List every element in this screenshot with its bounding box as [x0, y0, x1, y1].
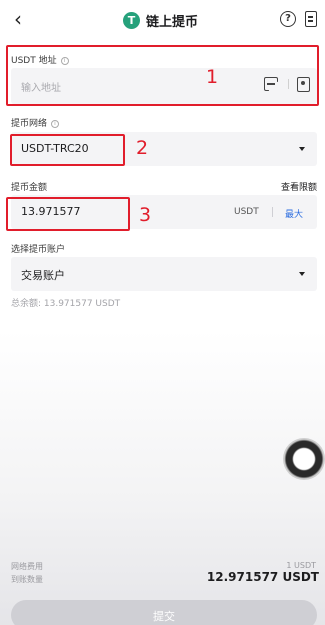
- amount-label: 提币金额: [11, 183, 48, 193]
- receive-label: 到账数量: [11, 575, 43, 584]
- back-icon[interactable]: ‹: [8, 8, 28, 30]
- annotation-box-network: [10, 134, 125, 166]
- submit-button[interactable]: 提交: [11, 600, 317, 625]
- available-balance: 总余额: 13.971577 USDT: [11, 299, 121, 309]
- page-title: 链上提币: [146, 14, 199, 30]
- annotation-box-amount: [6, 197, 130, 231]
- network-label-text: 提币网络: [11, 119, 48, 129]
- floating-assist-icon[interactable]: [283, 438, 325, 480]
- chevron-down-icon: [299, 147, 305, 151]
- annotation-number: 2: [136, 137, 149, 159]
- annotation-number: 1: [206, 66, 219, 88]
- account-value: 交易账户: [21, 269, 65, 282]
- max-button[interactable]: 最大: [285, 207, 303, 220]
- annotation-box-address: [6, 45, 319, 106]
- help-icon[interactable]: ?: [280, 11, 296, 27]
- chevron-down-icon: [299, 272, 305, 276]
- fee-label: 网络费用: [11, 562, 43, 571]
- divider: [272, 207, 273, 217]
- account-select[interactable]: 交易账户: [11, 257, 317, 291]
- annotation-number: 3: [139, 204, 152, 226]
- account-label: 选择提币账户: [11, 245, 66, 255]
- fee-value: 1 USDT: [286, 561, 316, 570]
- tether-logo-icon: T: [123, 11, 140, 29]
- record-icon[interactable]: [305, 11, 317, 27]
- view-limits-link[interactable]: 查看限额: [281, 180, 317, 193]
- info-icon[interactable]: i: [51, 119, 60, 128]
- receive-value: 12.971577 USDT: [206, 570, 319, 584]
- title-group: T 链上提币: [123, 10, 198, 30]
- submit-label: 提交: [153, 610, 175, 623]
- amount-unit: USDT: [234, 207, 259, 217]
- network-label: 提币网络 i: [11, 116, 60, 129]
- header: ‹ T 链上提币 ?: [0, 0, 325, 40]
